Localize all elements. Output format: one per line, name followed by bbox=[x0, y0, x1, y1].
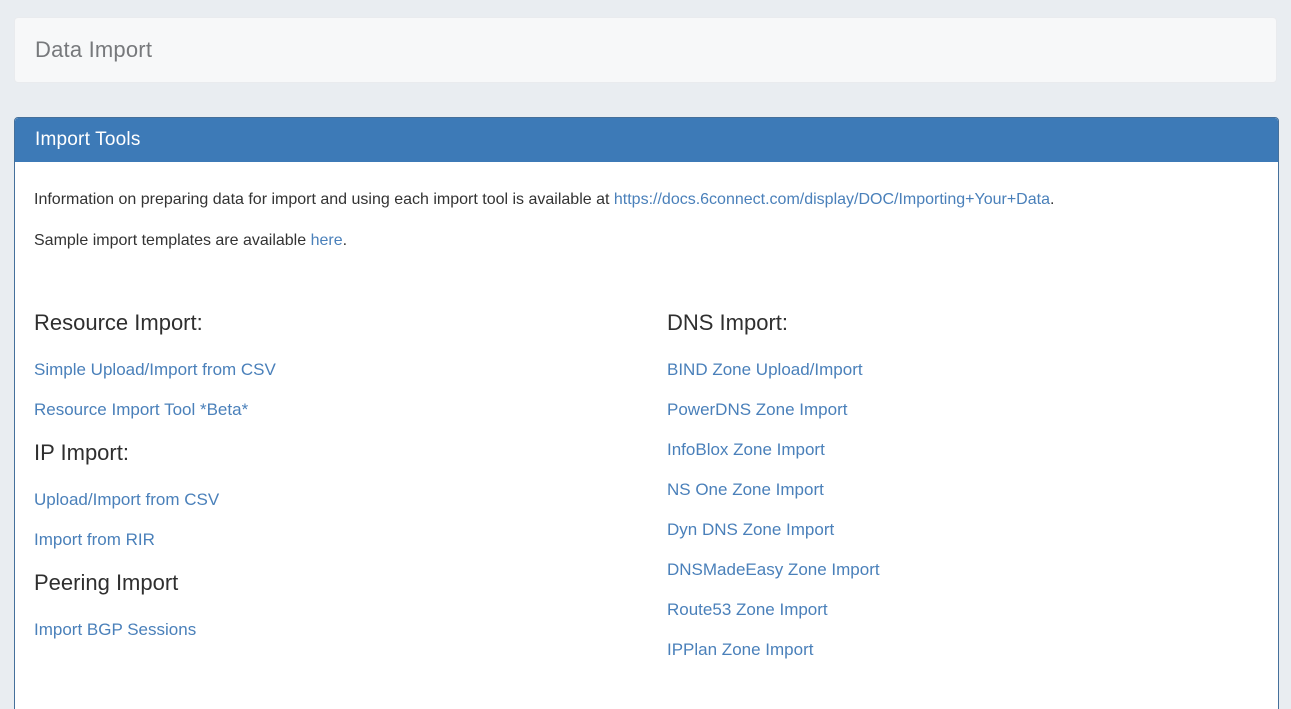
docs-link[interactable]: https://docs.6connect.com/display/DOC/Im… bbox=[614, 191, 1050, 208]
section-ip-import: IP Import: Upload/Import from CSV Import… bbox=[34, 440, 667, 550]
intro-line-1-text: Information on preparing data for import… bbox=[34, 191, 614, 208]
dns-import-heading: DNS Import: bbox=[667, 310, 1259, 336]
link-resource-import-tool-beta[interactable]: Resource Import Tool *Beta* bbox=[34, 400, 667, 420]
link-route53-zone-import[interactable]: Route53 Zone Import bbox=[667, 600, 1259, 620]
intro-line-1-period: . bbox=[1050, 191, 1054, 208]
intro-line-2-period: . bbox=[343, 232, 347, 249]
section-peering-import: Peering Import Import BGP Sessions bbox=[34, 570, 667, 640]
link-dyn-dns-zone-import[interactable]: Dyn DNS Zone Import bbox=[667, 520, 1259, 540]
intro-text: Information on preparing data for import… bbox=[34, 190, 1259, 250]
link-powerdns-zone-import[interactable]: PowerDNS Zone Import bbox=[667, 400, 1259, 420]
intro-line-2: Sample import templates are available he… bbox=[34, 231, 1259, 250]
left-column: Resource Import: Simple Upload/Import fr… bbox=[34, 310, 667, 680]
section-resource-import: Resource Import: Simple Upload/Import fr… bbox=[34, 310, 667, 420]
intro-line-1: Information on preparing data for import… bbox=[34, 190, 1259, 209]
link-ipplan-zone-import[interactable]: IPPlan Zone Import bbox=[667, 640, 1259, 660]
link-import-from-rir[interactable]: Import from RIR bbox=[34, 530, 667, 550]
link-ns-one-zone-import[interactable]: NS One Zone Import bbox=[667, 480, 1259, 500]
link-import-bgp-sessions[interactable]: Import BGP Sessions bbox=[34, 620, 667, 640]
link-simple-upload-import-from-csv[interactable]: Simple Upload/Import from CSV bbox=[34, 360, 667, 380]
link-dnsmadeeasy-zone-import[interactable]: DNSMadeEasy Zone Import bbox=[667, 560, 1259, 580]
page-title-bar: Data Import bbox=[14, 17, 1277, 83]
import-tools-panel-body: Information on preparing data for import… bbox=[15, 162, 1278, 709]
ip-import-heading: IP Import: bbox=[34, 440, 667, 466]
link-upload-import-from-csv[interactable]: Upload/Import from CSV bbox=[34, 490, 667, 510]
page-title: Data Import bbox=[35, 37, 152, 63]
resource-import-heading: Resource Import: bbox=[34, 310, 667, 336]
import-tools-panel-header: Import Tools bbox=[15, 118, 1278, 162]
right-column: DNS Import: BIND Zone Upload/Import Powe… bbox=[667, 310, 1259, 680]
panel-title: Import Tools bbox=[35, 129, 141, 151]
import-tools-panel: Import Tools Information on preparing da… bbox=[14, 117, 1279, 709]
peering-import-heading: Peering Import bbox=[34, 570, 667, 596]
templates-here-link[interactable]: here bbox=[311, 232, 343, 249]
link-infoblox-zone-import[interactable]: InfoBlox Zone Import bbox=[667, 440, 1259, 460]
section-dns-import: DNS Import: BIND Zone Upload/Import Powe… bbox=[667, 310, 1259, 660]
import-columns: Resource Import: Simple Upload/Import fr… bbox=[34, 310, 1259, 680]
intro-line-2-text: Sample import templates are available bbox=[34, 232, 311, 249]
link-bind-zone-upload-import[interactable]: BIND Zone Upload/Import bbox=[667, 360, 1259, 380]
